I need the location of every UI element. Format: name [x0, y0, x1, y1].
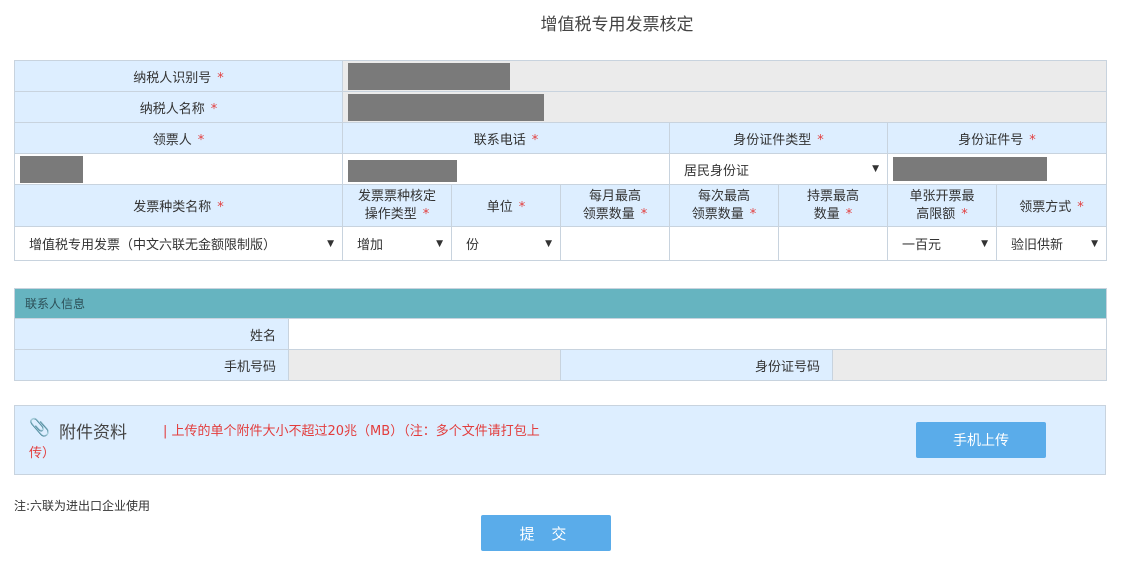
submit-button[interactable]: 提 交	[481, 515, 611, 551]
hold-max-input[interactable]	[778, 226, 888, 261]
id-number-input[interactable]	[887, 153, 1107, 185]
unit-select[interactable]: 份 ▼	[451, 226, 561, 261]
caret-down-icon: ▼	[436, 238, 443, 249]
hold-max-label: 持票最高 数量 *	[778, 184, 888, 227]
each-max-input[interactable]	[669, 226, 779, 261]
redacted-block	[348, 62, 510, 90]
op-type-label: 发票票种核定 操作类型 *	[342, 184, 452, 227]
contact-name-label: 姓名	[14, 318, 289, 350]
monthly-max-label: 每月最高 领票数量 *	[560, 184, 670, 227]
footnote: 注:六联为进出口企业使用	[14, 499, 151, 513]
contact-idno-field	[831, 349, 1108, 381]
invoice-type-label: 发票种类名称 *	[14, 184, 343, 227]
page-title: 增值税专用发票核定	[540, 15, 694, 35]
caret-down-icon: ▼	[872, 164, 879, 174]
caret-down-icon: ▼	[1091, 238, 1098, 249]
recipient-input[interactable]	[14, 153, 343, 185]
id-number-label: 身份证件号 *	[887, 122, 1107, 154]
invoice-type-select[interactable]: 增值税专用发票（中文六联无金额限制版） ▼	[14, 226, 343, 261]
mobile-upload-button[interactable]: 手机上传	[916, 422, 1046, 458]
phone-input[interactable]	[342, 153, 670, 185]
phone-label: 联系电话 *	[342, 122, 670, 154]
recipient-label: 领票人 *	[14, 122, 343, 154]
invoice-form-table: 纳税人识别号 * 纳税人名称 * 领票人 * 联系电话 * 身份证件类型 * 身份证件号 *…	[14, 60, 1107, 261]
monthly-max-input[interactable]	[560, 226, 670, 261]
taxpayer-name-label: 纳税人名称 *	[14, 91, 343, 123]
id-type-select[interactable]: 居民身份证 ▼	[669, 153, 888, 185]
unit-label: 单位 *	[451, 184, 561, 227]
each-max-label: 每次最高 领票数量 *	[669, 184, 779, 227]
taxpayer-name-field	[342, 91, 1107, 123]
contact-header: 联系人信息	[13, 288, 1108, 319]
single-limit-select[interactable]: 一百元 ▼	[887, 226, 997, 261]
id-type-value: 居民身份证	[684, 163, 750, 179]
contact-table: 联系人信息 姓名 手机号码 身份证号码	[13, 288, 1108, 381]
caret-down-icon: ▼	[981, 238, 988, 249]
caret-down-icon: ▼	[545, 238, 552, 249]
contact-idno-label: 身份证号码	[560, 349, 833, 381]
redacted-block	[20, 155, 83, 183]
contact-mobile-label: 手机号码	[14, 349, 289, 381]
contact-name-input[interactable]	[287, 318, 1108, 350]
caret-down-icon: ▼	[327, 238, 334, 249]
contact-mobile-field	[288, 349, 561, 381]
id-type-label: 身份证件类型 *	[669, 122, 888, 154]
attachment-panel: 📎 附件资料 | 上传的单个附件大小不超过20兆（MB）（注：多个文件请打包上传…	[14, 405, 1106, 475]
method-label: 领票方式 *	[996, 184, 1107, 227]
single-limit-label: 单张开票最 高限额 *	[887, 184, 997, 227]
taxpayer-id-field	[342, 60, 1107, 92]
attachment-note: | 上传的单个附件大小不超过20兆（MB）（注：多个文件请打包上传）	[29, 424, 540, 461]
redacted-block	[348, 93, 544, 121]
redacted-block	[893, 157, 1047, 181]
taxpayer-id-label: 纳税人识别号 *	[14, 60, 343, 92]
redacted-block	[348, 160, 457, 182]
op-type-select[interactable]: 增加 ▼	[342, 226, 452, 261]
method-select[interactable]: 验旧供新 ▼	[996, 226, 1107, 261]
